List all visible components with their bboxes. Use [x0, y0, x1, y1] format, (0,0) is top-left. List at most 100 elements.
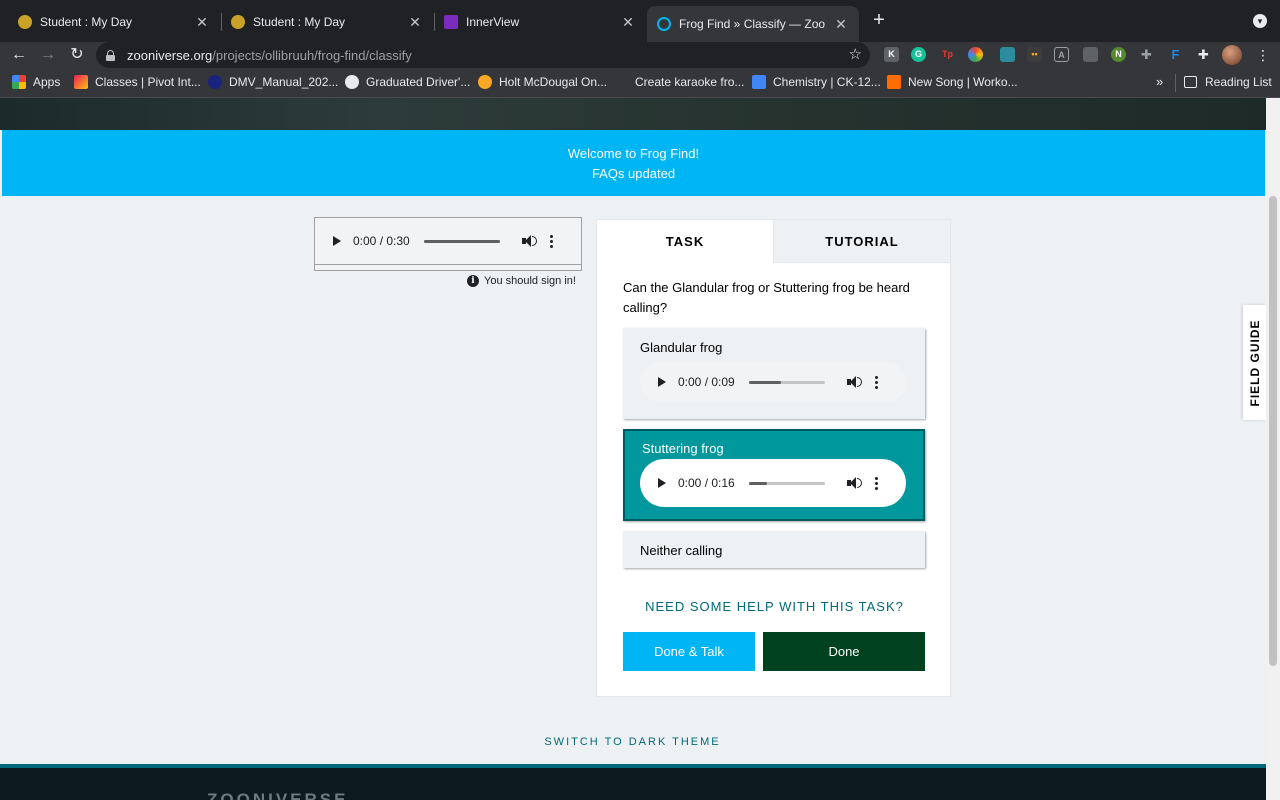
page-scrollbar[interactable] [1266, 98, 1280, 800]
field-guide-label: FIELD GUIDE [1247, 318, 1262, 407]
play-icon[interactable] [658, 478, 666, 488]
browser-tab-1[interactable]: Student : My Day ✕ [8, 7, 220, 37]
more-bookmarks-button[interactable]: » [1156, 74, 1163, 89]
hero-image [0, 98, 1280, 130]
banner-subtitle: FAQs updated [591, 166, 676, 181]
extension-n-icon[interactable]: N [1111, 47, 1126, 62]
switch-dark-theme-link[interactable]: SWITCH TO DARK THEME [0, 736, 1265, 748]
screen-record-icon[interactable] [1083, 47, 1098, 62]
signin-text: You should sign in! [484, 275, 576, 287]
browser-tab-4[interactable]: Frog Find » Classify — Zooniverse ✕ [647, 6, 859, 42]
audio-progress-fill [748, 481, 767, 485]
volume-icon[interactable] [521, 234, 537, 248]
bookmark-new-song[interactable]: New Song | Worko... [887, 75, 1018, 89]
back-button[interactable]: ← [8, 44, 30, 66]
bookmark-label: DMV_Manual_202... [229, 75, 339, 89]
answer-audio-player[interactable]: 0:00 / 0:16 [640, 459, 906, 507]
bookmark-apps[interactable]: Apps [12, 75, 60, 89]
extension-a-icon[interactable]: A [1054, 47, 1069, 62]
zooniverse-logo[interactable]: ZOONIVERSE [207, 790, 348, 800]
volume-icon[interactable] [846, 476, 862, 490]
answer-glandular-frog[interactable]: Glandular frog 0:00 / 0:09 [623, 328, 925, 419]
audio-time: 0:00 / 0:16 [678, 476, 735, 490]
owl-icon [18, 15, 32, 29]
audio-progress-fill [423, 239, 500, 243]
close-icon[interactable]: ✕ [620, 14, 636, 31]
eyedropper-icon[interactable] [1000, 47, 1015, 62]
close-icon[interactable]: ✕ [194, 14, 210, 31]
address-bar[interactable]: zooniverse.org/projects/ollibruuh/frog-f… [96, 42, 870, 68]
bookmark-graduated-driver[interactable]: Graduated Driver'... [345, 75, 470, 89]
answer-label: Glandular frog [640, 340, 723, 355]
extension-f-icon[interactable]: F [1168, 47, 1183, 62]
play-icon[interactable] [333, 236, 341, 246]
answer-stuttering-frog[interactable]: Stuttering frog 0:00 / 0:16 [623, 429, 925, 521]
footer: ZOONIVERSE [0, 764, 1280, 800]
scrollbar-thumb[interactable] [1269, 196, 1277, 666]
bookmark-pivot[interactable]: Classes | Pivot Int... [74, 75, 201, 89]
forward-button[interactable]: → [37, 44, 59, 66]
url-host: zooniverse.org [127, 47, 213, 63]
bookmark-label: New Song | Worko... [908, 75, 1018, 89]
extension-k-icon[interactable]: K [884, 47, 899, 62]
volume-icon[interactable] [846, 375, 862, 389]
puzzle-icon[interactable]: ✚ [1139, 47, 1154, 62]
tab-task[interactable]: TASK [597, 220, 773, 263]
more-options-icon[interactable] [875, 375, 879, 389]
task-tabs: TASK TUTORIAL [597, 220, 950, 263]
browser-tab-3[interactable]: InnerView ✕ [434, 7, 646, 37]
info-icon: i [467, 275, 479, 287]
browser-tab-2[interactable]: Student : My Day ✕ [221, 7, 433, 37]
tab-strip: Student : My Day ✕ Student : My Day ✕ In… [0, 0, 1280, 42]
d-icon [208, 75, 222, 89]
bookmark-label: Graduated Driver'... [366, 75, 471, 89]
reading-list-button[interactable]: Reading List [1184, 75, 1272, 89]
browser-menu-icon[interactable]: ⋮ [1256, 46, 1270, 64]
field-guide-tab[interactable]: FIELD GUIDE [1243, 305, 1266, 420]
bookmark-label: Apps [33, 75, 61, 89]
bookmark-karaoke[interactable]: Create karaoke fro... [614, 75, 744, 89]
answer-neither-calling[interactable]: Neither calling [623, 531, 925, 568]
tab-title: InnerView [466, 15, 520, 29]
close-icon[interactable]: ✕ [407, 14, 423, 31]
url-path: /projects/ollibruuh/frog-find/classify [212, 47, 412, 63]
task-help-link[interactable]: NEED SOME HELP WITH THIS TASK? [597, 599, 952, 614]
tab-title: Frog Find » Classify — Zooniverse [679, 17, 825, 31]
play-icon[interactable] [658, 377, 666, 387]
song-icon [887, 75, 901, 89]
lock-icon [106, 49, 115, 61]
more-options-icon[interactable] [875, 476, 879, 490]
tab-search-icon[interactable]: ▾ [1253, 14, 1267, 28]
extensions-icon[interactable]: ✚ [1196, 47, 1211, 62]
close-icon[interactable]: ✕ [833, 16, 849, 33]
bookmark-label: Classes | Pivot Int... [95, 75, 201, 89]
audio-progress-fill [748, 380, 781, 384]
grammarly-icon[interactable]: G [911, 47, 926, 62]
tp-extension-icon[interactable]: Tp [940, 47, 955, 62]
bookmark-label: Chemistry | CK-12... [773, 75, 881, 89]
answer-audio-player[interactable]: 0:00 / 0:09 [640, 362, 906, 402]
extension-dots-icon[interactable]: •• [1027, 47, 1042, 62]
done-button[interactable]: Done [763, 632, 925, 671]
ck12-icon [752, 75, 766, 89]
page-content: Welcome to Frog Find! FAQs updated 0:00 … [0, 98, 1280, 800]
done-and-talk-button[interactable]: Done & Talk [623, 632, 755, 671]
subject-audio-player[interactable]: 0:00 / 0:30 [315, 218, 581, 264]
audio-progress-track[interactable] [748, 380, 825, 384]
bookmark-holt[interactable]: Holt McDougal On... [478, 75, 607, 89]
subject-divider [315, 264, 581, 265]
bookmark-star-icon[interactable]: ☆ [849, 45, 862, 63]
audio-progress-track[interactable] [748, 481, 825, 485]
bookmark-chemistry[interactable]: Chemistry | CK-12... [752, 75, 881, 89]
bookmark-dmv[interactable]: DMV_Manual_202... [208, 75, 338, 89]
profile-avatar[interactable] [1222, 45, 1242, 65]
audio-progress-track[interactable] [423, 239, 500, 243]
more-options-icon[interactable] [550, 234, 554, 248]
color-picker-icon[interactable] [968, 47, 983, 62]
tab-tutorial[interactable]: TUTORIAL [773, 220, 950, 263]
task-question: Can the Glandular frog or Stuttering fro… [623, 280, 910, 315]
new-tab-button[interactable]: + [868, 10, 890, 32]
reload-button[interactable]: ↻ [66, 44, 88, 66]
globe-icon [345, 75, 359, 89]
tab-title: Student : My Day [40, 15, 133, 29]
